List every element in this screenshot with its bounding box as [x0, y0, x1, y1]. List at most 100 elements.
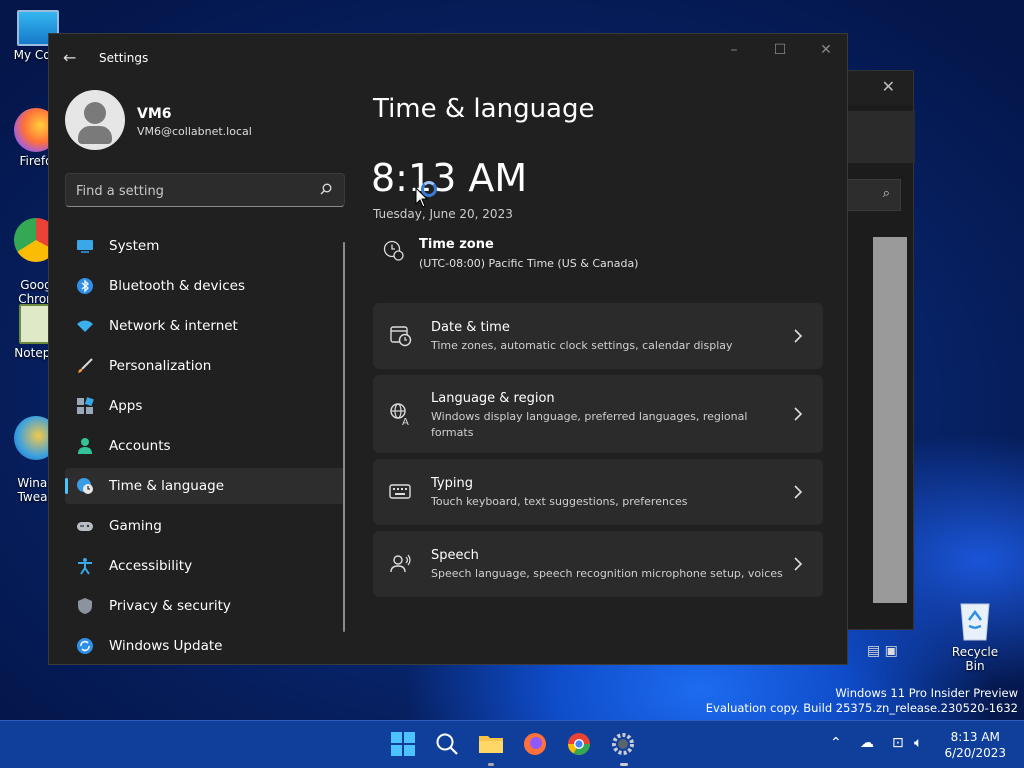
sidebar-nav: System Bluetooth & devices Network & int… [65, 228, 345, 664]
sidebar-item-windows-update[interactable]: Windows Update [65, 628, 345, 664]
taskbar: ⌃ ☁ ⊡ 🔈︎ 8:13 AM 6/20/2023 [0, 720, 1024, 768]
settings-window: ← Settings – ☐ ✕ VM6 VM6@collabnet.local… [48, 33, 848, 665]
sidebar-item-label: Network & internet [109, 318, 238, 334]
taskbar-search-icon[interactable] [434, 731, 460, 757]
sidebar-item-network[interactable]: Network & internet [65, 308, 345, 344]
chevron-up-icon[interactable]: ⌃ [830, 735, 842, 751]
volume-icon[interactable]: 🔈︎ [914, 735, 922, 751]
sidebar-item-time-language[interactable]: Time & language [65, 468, 345, 504]
firefox-taskbar-icon[interactable] [522, 731, 548, 757]
bluetooth-icon [77, 278, 93, 294]
sidebar-item-label: Privacy & security [109, 598, 231, 614]
sidebar-item-label: Personalization [109, 358, 212, 374]
card-description: Windows display language, preferred lang… [431, 410, 748, 439]
chevron-right-icon [794, 329, 803, 343]
search-icon[interactable] [320, 183, 332, 195]
search-input[interactable] [76, 181, 306, 201]
network-off-icon[interactable]: ☁ [860, 735, 874, 751]
sidebar-item-label: Windows Update [109, 638, 223, 654]
gamepad-icon [77, 522, 93, 531]
close-icon[interactable]: ✕ [882, 77, 895, 96]
current-date: Tuesday, June 20, 2023 [373, 207, 513, 221]
apps-icon [77, 397, 94, 414]
recycle-bin-icon [960, 603, 990, 641]
card-typing[interactable]: Typing Touch keyboard, text suggestions,… [373, 459, 823, 525]
shield-icon [78, 598, 92, 614]
svg-text:A: A [402, 417, 409, 426]
chevron-right-icon [794, 407, 803, 421]
update-icon [77, 638, 93, 654]
card-language-region[interactable]: A Language & region Windows display lang… [373, 375, 823, 453]
accessibility-icon [78, 558, 92, 575]
sidebar-item-label: Bluetooth & devices [109, 278, 246, 294]
maximize-button[interactable]: ☐ [765, 42, 795, 58]
minimize-button[interactable]: – [719, 42, 749, 58]
timezone-label: Time zone [419, 237, 494, 252]
watermark-line: Evaluation copy. Build 25375.zn_release.… [705, 701, 1018, 715]
card-description: Touch keyboard, text suggestions, prefer… [431, 495, 688, 508]
sidebar-item-label: Gaming [109, 518, 162, 534]
sidebar-item-accounts[interactable]: Accounts [65, 428, 345, 464]
sidebar-item-privacy[interactable]: Privacy & security [65, 588, 345, 624]
background-window-panel [873, 237, 907, 603]
running-indicator [488, 763, 494, 766]
sidebar-item-apps[interactable]: Apps [65, 388, 345, 424]
settings-gear-icon[interactable] [610, 731, 636, 757]
speech-icon [390, 554, 411, 573]
taskbar-clock[interactable]: 8:13 AM 6/20/2023 [944, 729, 1006, 761]
sidebar-item-label: System [109, 238, 160, 254]
card-description: Speech language, speech recognition micr… [431, 567, 783, 580]
globe-clock-icon [77, 478, 93, 494]
timezone-icon [383, 240, 404, 261]
card-title: Speech [431, 548, 479, 563]
timezone-value: (UTC-08:00) Pacific Time (US & Canada) [419, 257, 639, 270]
sidebar-item-bluetooth[interactable]: Bluetooth & devices [65, 268, 345, 304]
brush-icon [78, 358, 93, 373]
sidebar-scrollbar[interactable] [343, 242, 345, 632]
chevron-right-icon [794, 557, 803, 571]
sidebar-item-personalization[interactable]: Personalization [65, 348, 345, 384]
card-title: Typing [431, 476, 473, 491]
recycle-bin-label: Recycle Bin [951, 645, 999, 673]
sidebar-item-label: Accounts [109, 438, 171, 454]
keyboard-icon [389, 484, 411, 499]
avatar[interactable] [65, 90, 125, 150]
card-description: Time zones, automatic clock settings, ca… [431, 339, 733, 352]
start-button-icon[interactable] [390, 731, 416, 757]
mouse-pointer-icon [415, 187, 429, 208]
file-explorer-icon[interactable] [478, 731, 504, 757]
card-title: Language & region [431, 391, 555, 406]
chevron-right-icon [794, 485, 803, 499]
taskbar-time: 8:13 AM [950, 730, 1000, 744]
back-arrow-icon[interactable]: ← [63, 48, 76, 67]
windows-watermark: Windows 11 Pro Insider Preview Evaluatio… [706, 686, 1018, 716]
card-title: Date & time [431, 320, 510, 335]
sidebar-item-label: Time & language [109, 478, 225, 494]
system-icon [77, 240, 93, 253]
search-box[interactable] [65, 173, 345, 207]
network-icon[interactable]: ⊡ [892, 735, 904, 751]
profile-email: VM6@collabnet.local [137, 125, 252, 138]
calendar-clock-icon [390, 326, 412, 347]
language-icon: A [390, 403, 409, 426]
taskbar-date: 6/20/2023 [944, 746, 1006, 760]
chrome-taskbar-icon[interactable] [566, 731, 592, 757]
sidebar-item-label: Apps [109, 398, 143, 414]
card-speech[interactable]: Speech Speech language, speech recogniti… [373, 531, 823, 597]
search-icon: ⌕ [882, 186, 890, 201]
card-date-time[interactable]: Date & time Time zones, automatic clock … [373, 303, 823, 369]
person-icon [78, 438, 92, 454]
sidebar-item-gaming[interactable]: Gaming [65, 508, 345, 544]
close-button[interactable]: ✕ [811, 42, 841, 58]
titlebar[interactable]: ← Settings – ☐ ✕ [49, 34, 847, 82]
current-time: 8:13 AM [371, 156, 528, 200]
page-title: Time & language [373, 94, 595, 124]
watermark-line: Windows 11 Pro Insider Preview [835, 686, 1018, 700]
wifi-icon [77, 320, 93, 332]
app-title: Settings [99, 51, 149, 65]
sidebar-item-accessibility[interactable]: Accessibility [65, 548, 345, 584]
active-indicator [620, 763, 628, 766]
sidebar-item-system[interactable]: System [65, 228, 345, 264]
desktop-icon-recycle-bin[interactable]: Recycle Bin [944, 598, 1006, 673]
view-toggle-icons[interactable]: ▤ ▣ [867, 643, 898, 659]
